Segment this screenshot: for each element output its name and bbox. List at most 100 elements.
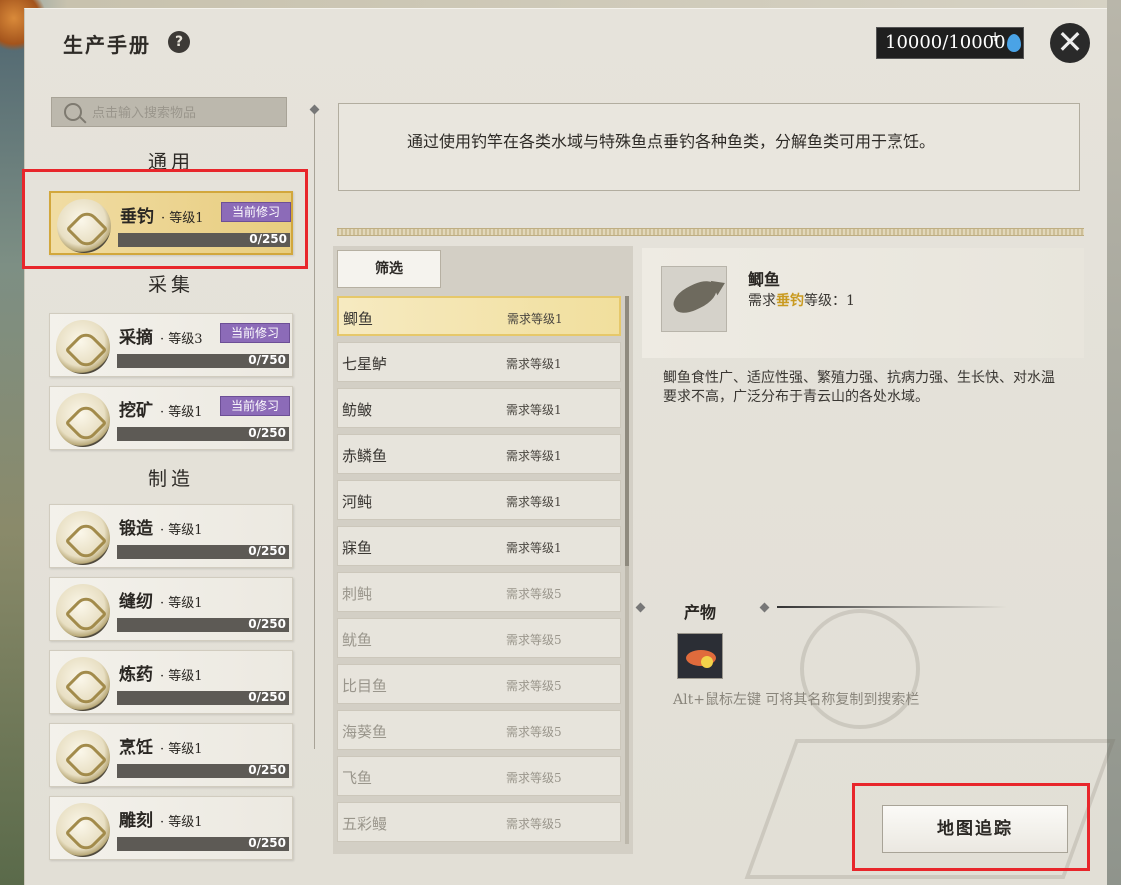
- search-input[interactable]: [92, 102, 280, 124]
- item-name: 海葵鱼: [342, 723, 388, 741]
- screen: 生产手册 ? 10000/10000 + ✕ 通用 垂钓 · 等级1 当前修习 …: [0, 0, 1121, 885]
- skill-description: 通过使用钓竿在各类水域与特殊鱼点垂钓各种鱼类，分解鱼类可用于烹饪。: [407, 132, 936, 151]
- list-item[interactable]: 寐鱼 需求等级1: [337, 526, 621, 566]
- divider-diamond: [309, 104, 320, 115]
- list-item[interactable]: 比目鱼 需求等级5: [337, 664, 621, 704]
- game-background-left: [0, 0, 24, 885]
- item-list-panel: 筛选 鲫鱼 需求等级1 七星鲈 需求等级1 鲂鲏 需求等级1 赤鳞鱼 需求等级1 河鲀需…: [333, 246, 633, 854]
- skill-name: 垂钓: [120, 207, 154, 227]
- req-skill-link[interactable]: 垂钓: [776, 293, 804, 309]
- item-name: 河鲀: [342, 493, 373, 511]
- item-requirement: 需求等级1: [506, 495, 562, 509]
- list-item[interactable]: 鱿鱼 需求等级5: [337, 618, 621, 658]
- list-scrollbar[interactable]: [625, 296, 629, 844]
- skill-picking[interactable]: 采摘 · 等级3 当前修习 0/750: [49, 313, 293, 377]
- item-requirement: 需求等级1: [506, 357, 562, 371]
- skill-sewing[interactable]: 缝纫 · 等级1 0/250: [49, 577, 293, 641]
- output-item-slot[interactable]: [677, 633, 723, 679]
- item-requirement: 需求等级5: [506, 817, 562, 831]
- panel-divider: [314, 109, 315, 749]
- skill-progress-bar: 0/250: [117, 426, 289, 441]
- herb-leaf-icon: [56, 320, 110, 374]
- skill-progress-bar: 0/250: [117, 763, 289, 778]
- skill-progress-text: 0/250: [248, 690, 286, 704]
- item-detail-requirement: 需求垂钓等级：1: [748, 290, 855, 310]
- current-study-badge: 当前修习: [221, 202, 291, 222]
- output-title: 产物: [684, 603, 717, 622]
- skill-level: · 等级1: [160, 815, 203, 830]
- list-item[interactable]: 刺鲀 需求等级5: [337, 572, 621, 612]
- item-requirement: 需求等级5: [506, 679, 562, 693]
- skill-progress-text: 0/250: [248, 763, 286, 777]
- skill-name: 烹饪: [119, 738, 153, 758]
- skill-progress-text: 0/750: [248, 353, 286, 367]
- output-diamond-left: [635, 602, 646, 613]
- skill-progress-bar: 0/250: [117, 617, 289, 632]
- map-tracking-button[interactable]: 地图追踪: [882, 805, 1068, 853]
- bowl-illustration: [800, 609, 920, 729]
- item-requirement: 需求等级1: [507, 312, 563, 326]
- search-icon[interactable]: [64, 103, 82, 121]
- item-requirement: 需求等级5: [506, 587, 562, 601]
- skill-alchemy[interactable]: 炼药 · 等级1 0/250: [49, 650, 293, 714]
- section-craft: 制造: [147, 468, 194, 490]
- output-diamond-right: [759, 602, 770, 613]
- skill-name: 雕刻: [119, 811, 153, 831]
- list-item[interactable]: 五彩鳗 需求等级5: [337, 802, 621, 842]
- list-item[interactable]: 七星鲈 需求等级1: [337, 342, 621, 382]
- skill-name: 挖矿: [119, 401, 153, 421]
- list-item[interactable]: 鲫鱼 需求等级1: [337, 296, 621, 336]
- skill-name: 缝纫: [119, 592, 153, 612]
- list-item[interactable]: 海葵鱼 需求等级5: [337, 710, 621, 750]
- item-requirement: 需求等级5: [506, 771, 562, 785]
- item-detail-name: 鲫鱼: [748, 270, 781, 289]
- fish-icon: [669, 276, 721, 318]
- search-bar[interactable]: [51, 97, 287, 127]
- list-item[interactable]: 河鲀 需求等级1: [337, 480, 621, 520]
- mortar-pestle-icon: [56, 657, 110, 711]
- skill-progress-text: 0/250: [248, 544, 286, 558]
- skill-progress-text: 0/250: [248, 426, 286, 440]
- list-item[interactable]: 赤鳞鱼 需求等级1: [337, 434, 621, 474]
- add-energy-icon[interactable]: +: [989, 22, 1001, 52]
- skill-progress-bar: 0/250: [117, 544, 289, 559]
- skill-progress-bar: 0/250: [117, 690, 289, 705]
- close-button[interactable]: ✕: [1050, 23, 1090, 63]
- req-prefix: 需求: [748, 293, 776, 309]
- ore-crystal-icon: [56, 393, 110, 447]
- skill-carving[interactable]: 雕刻 · 等级1 0/250: [49, 796, 293, 860]
- item-requirement: 需求等级5: [506, 725, 562, 739]
- section-gather: 采集: [147, 274, 194, 296]
- skill-progress-bar: 0/250: [117, 836, 289, 851]
- skill-progress-bar: 0/750: [117, 353, 289, 368]
- section-general: 通用: [147, 151, 194, 173]
- skill-forging[interactable]: 锻造 · 等级1 0/250: [49, 504, 293, 568]
- ornamental-divider: [337, 228, 1084, 236]
- item-name: 刺鲀: [342, 585, 373, 603]
- help-icon[interactable]: ?: [168, 31, 190, 53]
- item-thumbnail: [661, 266, 727, 332]
- energy-counter: 10000/10000 +: [876, 27, 1024, 59]
- cooking-bowl-icon: [56, 730, 110, 784]
- list-item[interactable]: 飞鱼 需求等级5: [337, 756, 621, 796]
- scrollbar-thumb[interactable]: [625, 296, 629, 566]
- water-drop-icon: [1007, 34, 1021, 52]
- skill-cooking[interactable]: 烹饪 · 等级1 0/250: [49, 723, 293, 787]
- list-item[interactable]: 鲂鲏 需求等级1: [337, 388, 621, 428]
- skill-level: · 等级1: [160, 742, 203, 757]
- copy-name-hint: Alt+鼠标左键 可将其名称复制到搜索栏: [673, 692, 920, 708]
- window-title: 生产手册: [63, 33, 151, 57]
- production-manual-window: 生产手册 ? 10000/10000 + ✕ 通用 垂钓 · 等级1 当前修习 …: [24, 8, 1116, 885]
- item-detail-description: 鲫鱼食性广、适应性强、繁殖力强、抗病力强、生长快、对水温要求不高，广泛分布于青云…: [663, 370, 1055, 405]
- item-name: 鲂鲏: [342, 401, 373, 419]
- skill-fishing[interactable]: 垂钓 · 等级1 当前修习 0/250: [49, 191, 293, 255]
- item-name: 寐鱼: [342, 539, 373, 557]
- skill-mining[interactable]: 挖矿 · 等级1 当前修习 0/250: [49, 386, 293, 450]
- item-detail-header: 鲫鱼 需求垂钓等级：1: [642, 248, 1084, 358]
- item-name: 鱿鱼: [342, 631, 373, 649]
- skill-level: · 等级1: [160, 596, 203, 611]
- skill-level: · 等级3: [160, 332, 203, 347]
- carving-knife-icon: [56, 803, 110, 857]
- skill-name: 采摘: [119, 328, 153, 348]
- filter-button[interactable]: 筛选: [337, 250, 441, 288]
